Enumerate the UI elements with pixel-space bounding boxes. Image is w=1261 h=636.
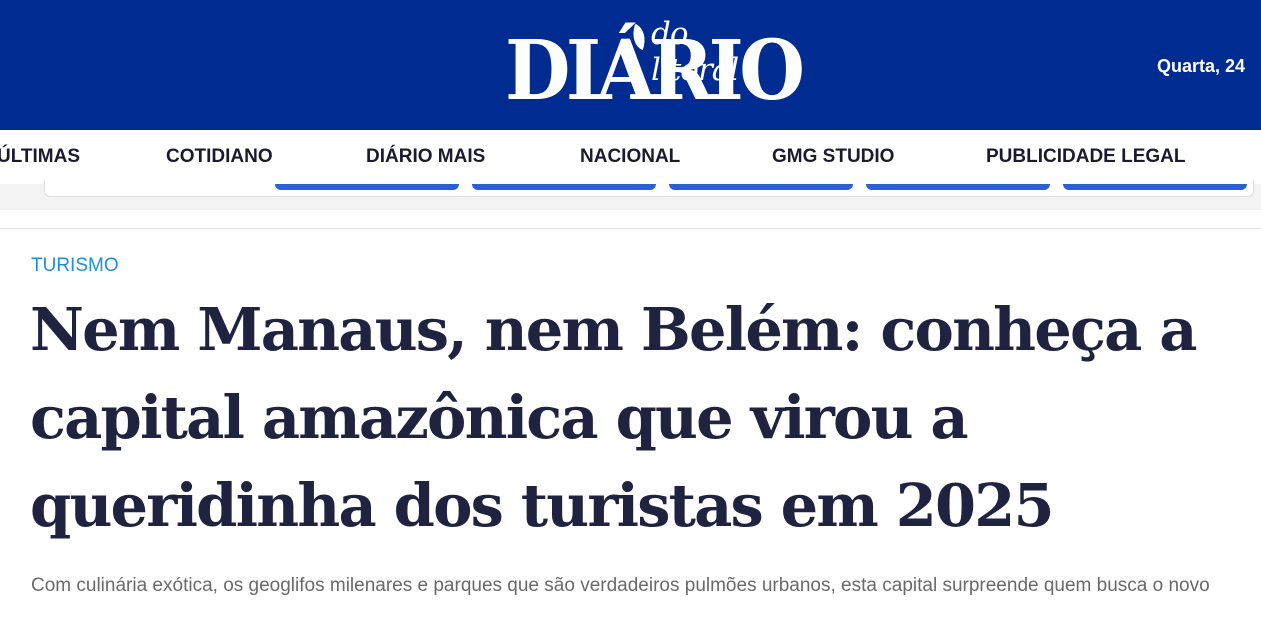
nav-item-cotidiano[interactable]: COTIDIANO: [166, 146, 273, 168]
nav-dropdown-pill[interactable]: [1063, 184, 1247, 190]
nav-item-diario-mais[interactable]: DIÁRIO MAIS: [366, 146, 485, 168]
nav-item-nacional[interactable]: NACIONAL: [580, 146, 680, 168]
current-date: Quarta, 24: [1157, 56, 1246, 76]
nav-dropdown-pill[interactable]: [669, 184, 853, 190]
site-logo[interactable]: do litoral DIÁRIO: [505, 10, 805, 120]
section-divider: [0, 228, 1261, 229]
nav-dropdown-pill[interactable]: [275, 184, 459, 190]
article-subtitle: Com culinária exótica, os geoglifos mile…: [31, 575, 1210, 596]
site-header: do litoral DIÁRIO Quarta, 24: [0, 0, 1261, 130]
article-category[interactable]: TURISMO: [31, 255, 119, 277]
nav-item-publicidade-legal[interactable]: PUBLICIDADE LEGAL: [986, 146, 1186, 168]
nav-item-ultimas[interactable]: ÚLTIMAS: [0, 146, 80, 168]
article-headline: Nem Manaus, nem Belém: conheça a capital…: [30, 295, 1198, 540]
nav-dropdown-pill[interactable]: [866, 184, 1050, 190]
nav-dropdown-pill[interactable]: [472, 184, 656, 190]
main-nav: ÚLTIMAS COTIDIANO DIÁRIO MAIS NACIONAL G…: [0, 130, 1261, 210]
nav-item-gmg-studio[interactable]: GMG STUDIO: [772, 146, 894, 168]
logo-wordmark: DIÁRIO: [505, 23, 805, 119]
